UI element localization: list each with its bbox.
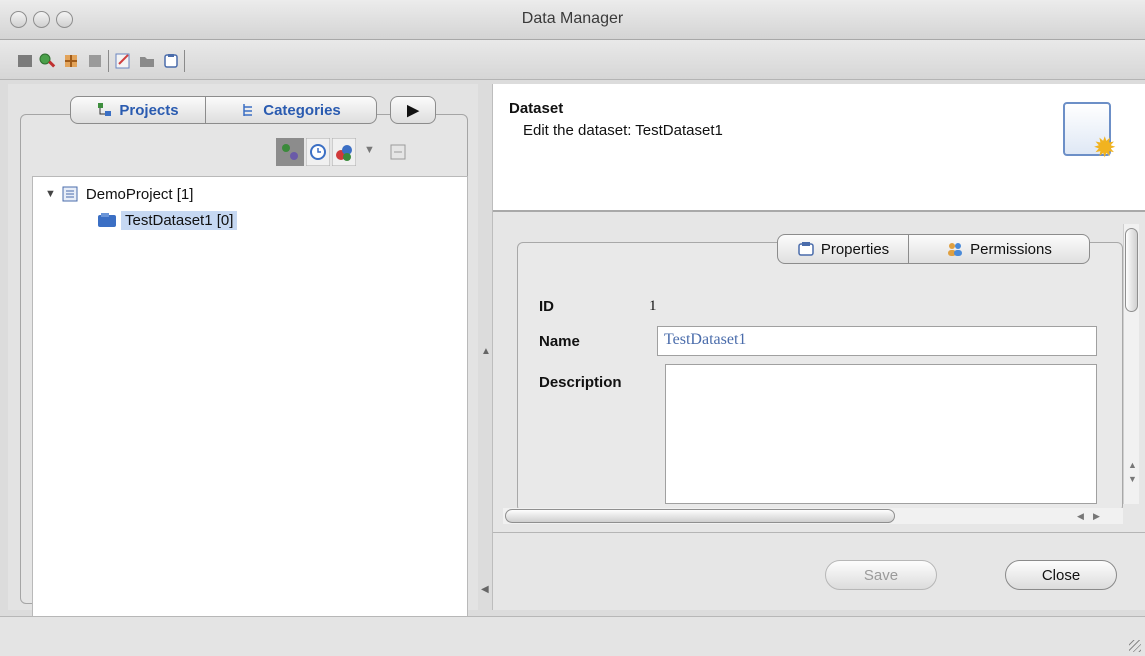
save-button[interactable]: Save [825,560,937,590]
disclosure-triangle-icon[interactable]: ▼ [45,188,56,200]
scroll-left-arrow-icon[interactable]: ◀ [1077,511,1084,522]
tab-projects-label: Projects [119,101,179,119]
tab-permissions[interactable]: Permissions [908,234,1090,264]
resize-grip-icon[interactable] [1129,640,1141,652]
project-icon [62,186,78,202]
collapse-all-icon[interactable] [390,144,406,160]
scroll-down-arrow-icon[interactable]: ▼ [1128,474,1137,484]
vertical-scroll-thumb[interactable] [1125,228,1138,312]
toolbar [0,40,1145,80]
pane-splitter[interactable]: ▲ ◀ [478,84,492,610]
description-field[interactable] [665,364,1097,504]
hierarchy-view-icon[interactable] [276,138,304,166]
scroll-right-arrow-icon[interactable]: ▶ [1093,511,1100,522]
tab-categories-label: Categories [263,101,341,119]
project-tree[interactable]: ▼ DemoProject [1] TestDataset1 [0] [32,176,468,656]
tree-node-label: DemoProject [1] [85,185,194,203]
toolbar-separator [108,50,109,72]
more-tabs-button[interactable]: ▶ [390,96,436,124]
edit-icon[interactable] [114,52,132,70]
tab-permissions-label: Permissions [970,240,1052,258]
title-bar: Data Manager [0,0,1145,40]
name-field[interactable]: TestDataset1 [657,326,1097,356]
tab-projects[interactable]: Projects [70,96,206,124]
sparkle-icon: ✹ [1093,132,1117,163]
history-icon[interactable] [306,138,330,166]
properties-icon [798,242,814,256]
grid-icon[interactable] [16,52,34,70]
play-arrow-icon: ▶ [407,102,419,119]
import-icon[interactable] [62,52,80,70]
left-pane: Projects Categories ▶ ▼ ▼ DemoProject [1… [8,84,478,656]
tree-node-label: TestDataset1 [0] [121,210,238,230]
users-icon [948,243,963,256]
status-bar [0,616,1145,656]
tree-node-dataset[interactable]: TestDataset1 [0] [97,209,238,231]
dropdown-arrow-icon[interactable]: ▼ [364,144,375,156]
new-dataset-icon: ✹ [1063,102,1116,162]
name-label: Name [539,333,580,350]
stop-icon[interactable] [86,52,104,70]
tab-properties[interactable]: Properties [777,234,909,264]
horizontal-scrollbar[interactable]: ◀ ▶ [503,508,1123,524]
window-title: Data Manager [521,10,624,27]
id-value: 1 [649,298,657,314]
dataset-header: Dataset Edit the dataset: TestDataset1 ✹ [493,84,1145,212]
close-button[interactable]: Close [1005,560,1117,590]
tags-icon[interactable] [332,138,356,166]
clipboard-icon[interactable] [162,52,180,70]
horizontal-scroll-thumb[interactable] [505,509,895,523]
splitter-left-arrow-icon[interactable]: ◀ [481,584,489,595]
search-icon[interactable] [38,52,56,70]
vertical-scrollbar[interactable]: ▲ ▼ [1123,224,1139,504]
right-pane: Dataset Edit the dataset: TestDataset1 ✹… [492,84,1145,610]
category-tree-icon [243,104,253,116]
project-tree-icon [98,103,112,116]
scroll-up-arrow-icon[interactable]: ▲ [1128,460,1137,470]
id-label: ID [539,298,554,315]
tree-node-project[interactable]: ▼ DemoProject [1] [45,183,193,205]
toolbar-separator [184,50,185,72]
splitter-up-arrow-icon[interactable]: ▲ [481,346,491,357]
folder-icon[interactable] [138,52,156,70]
tab-categories[interactable]: Categories [205,96,377,124]
tab-properties-label: Properties [820,240,890,258]
header-subtitle: Edit the dataset: TestDataset1 [523,122,723,139]
header-title: Dataset [509,100,564,117]
dataset-icon [98,213,116,227]
description-label: Description [539,374,622,391]
